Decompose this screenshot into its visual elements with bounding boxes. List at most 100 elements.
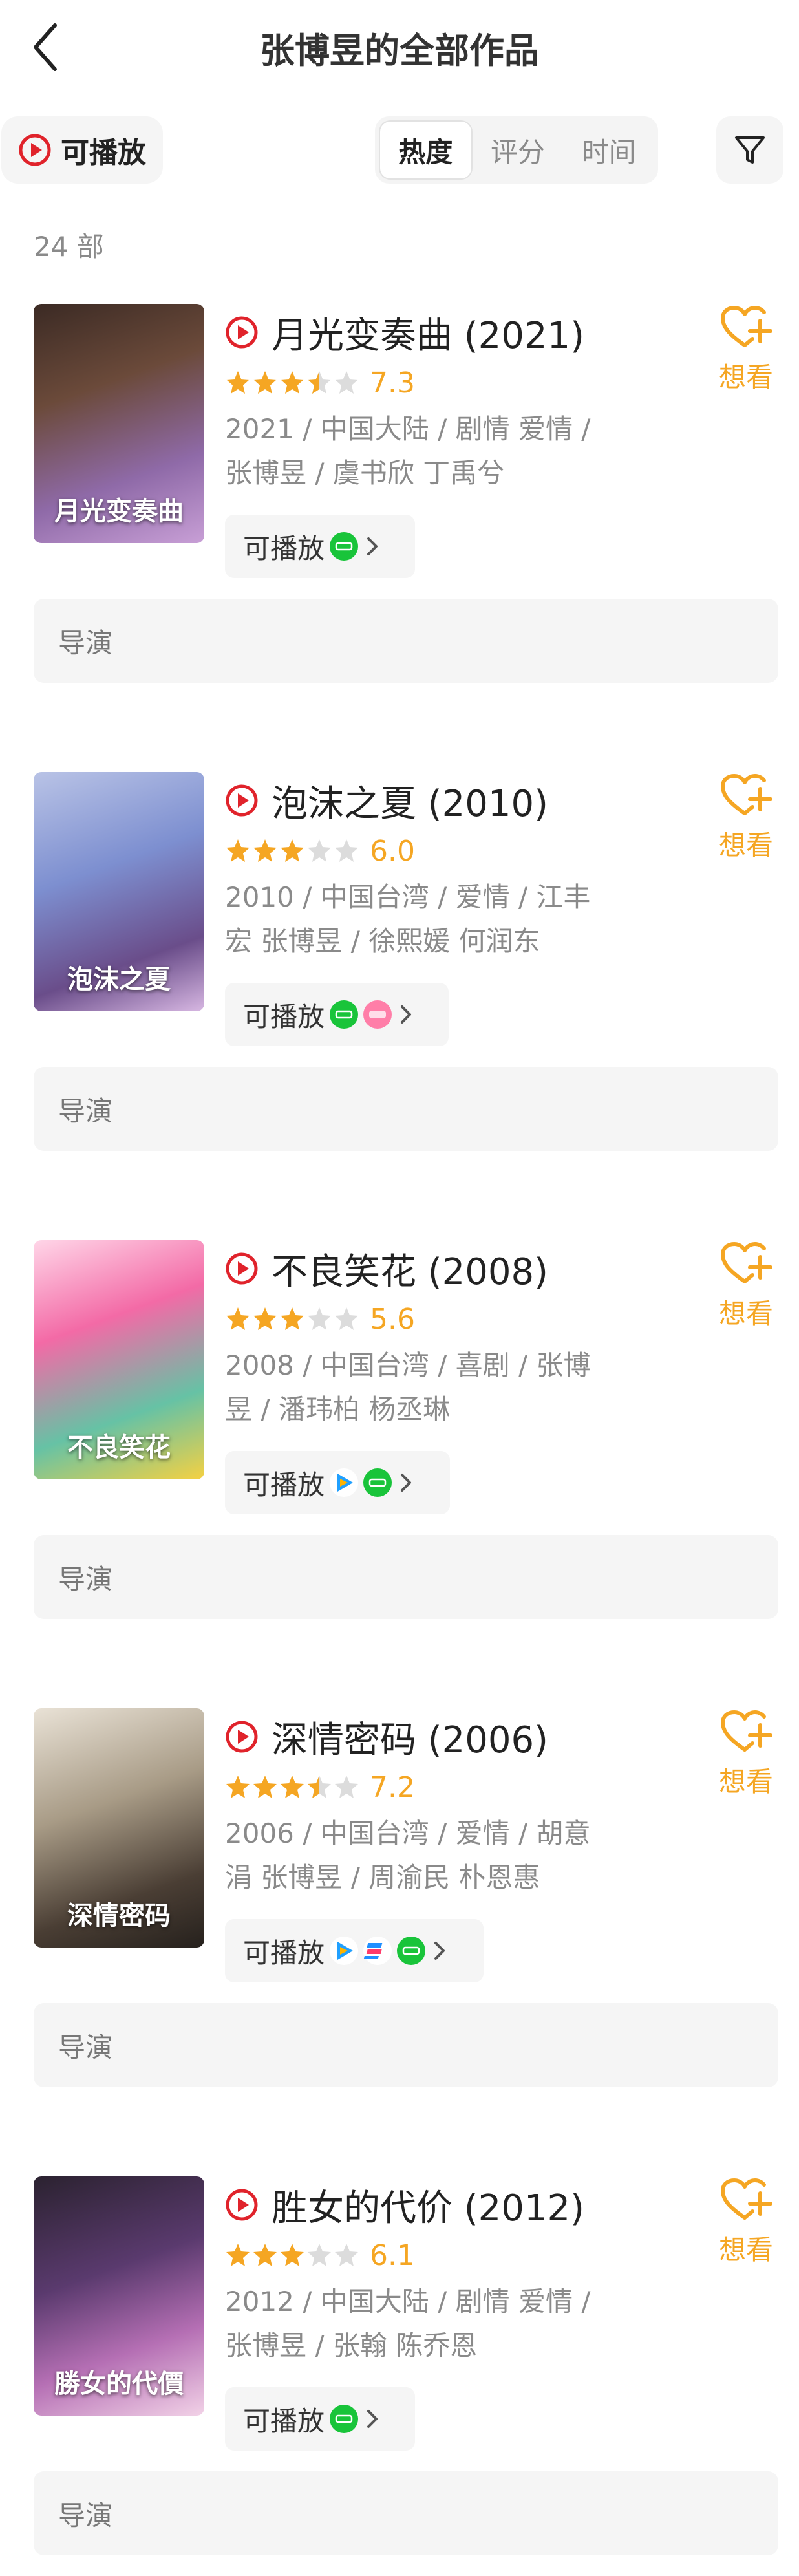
meta-line: 宏 张博昱 / 徐熙媛 何润东 [225, 925, 540, 957]
meta-line: 2006 / 中国台湾 / 爱情 / 胡意 [225, 1818, 591, 1849]
tencent-icon [330, 1937, 359, 1965]
play-circle-icon [226, 2189, 258, 2221]
play-circle-icon [226, 316, 258, 349]
poster-title-text: 勝女的代價 [54, 2368, 184, 2399]
movie-title[interactable]: 深情密码 (2006) [272, 1711, 548, 1763]
movie-title-row: 深情密码 (2006) [225, 1711, 548, 1763]
rating-row: 5.6 [225, 1301, 415, 1337]
star-icon [335, 2244, 358, 2266]
meta-line: 2012 / 中国大陆 / 剧情 爱情 / [225, 2286, 591, 2317]
rating-score: 6.1 [370, 2238, 415, 2272]
star-rating [225, 370, 361, 396]
movie-poster[interactable]: 不良笑花 [34, 1240, 204, 1479]
play-circle-icon [226, 1721, 258, 1753]
tab-popularity[interactable]: 热度 [379, 120, 473, 180]
heart-plus-icon [721, 306, 772, 347]
playable-label: 可播放 [243, 1468, 325, 1501]
star-icon [226, 1307, 250, 1330]
star-icon [308, 1776, 331, 1798]
playable-filter-chip[interactable]: 可播放 [1, 116, 163, 184]
tab-rating[interactable]: 评分 [473, 120, 564, 180]
movie-item[interactable]: 泡沫之夏 泡沫之夏 (2010) 6.0 2010 / 中国台湾 / 爱情 / 江丰宏… [0, 772, 799, 1173]
movie-item[interactable]: 不良笑花 不良笑花 (2008) 5.6 2008 / 中国台湾 / 喜剧 / 张博昱… [0, 1240, 799, 1641]
tab-time[interactable]: 时间 [563, 120, 654, 180]
iqiyi-icon [363, 1468, 392, 1497]
tencent-icon [330, 1468, 359, 1497]
star-icon [253, 2244, 277, 2266]
star-icon [281, 1776, 304, 1798]
movie-meta: 2021 / 中国大陆 / 剧情 爱情 / 张博昱 / 虞书欣 丁禹兮 [225, 407, 626, 495]
playable-sources-button[interactable]: 可播放 [225, 983, 449, 1046]
playable-sources-button[interactable]: 可播放 [225, 1451, 450, 1514]
iqiyi-icon [397, 1937, 426, 1965]
playable-sources-button[interactable]: 可播放 [225, 1919, 484, 1982]
star-icon [281, 839, 304, 862]
movie-poster[interactable]: 深情密码 [34, 1708, 204, 1948]
playable-filter-label: 可播放 [61, 136, 146, 169]
star-icon [335, 371, 358, 394]
movie-item[interactable]: 月光变奏曲 月光变奏曲 (2021) 7.3 2021 / 中国大陆 / 剧情 爱情 … [0, 304, 799, 705]
movie-title[interactable]: 泡沫之夏 (2010) [272, 775, 548, 827]
playable-sources-button[interactable]: 可播放 [225, 2387, 415, 2451]
star-rating [225, 838, 361, 864]
director-role-bar: 导演 [34, 2471, 778, 2555]
filter-button[interactable] [716, 116, 783, 184]
movie-item[interactable]: 深情密码 深情密码 (2006) 7.2 2006 / 中国台湾 / 爱情 / 胡意涓… [0, 1708, 799, 2109]
meta-line: 张博昱 / 张翰 陈乔恩 [225, 2330, 478, 2361]
meta-line: 2010 / 中国台湾 / 爱情 / 江丰 [225, 881, 591, 913]
star-rating [225, 2242, 361, 2268]
movie-title[interactable]: 胜女的代价 (2012) [272, 2179, 584, 2231]
movie-meta: 2008 / 中国台湾 / 喜剧 / 张博昱 / 潘玮柏 杨丞琳 [225, 1344, 626, 1432]
chevron-right-icon [367, 537, 378, 555]
heart-plus-icon [721, 2178, 772, 2220]
star-icon [281, 2244, 304, 2266]
star-icon [335, 1307, 358, 1330]
iqiyi-icon [330, 532, 359, 561]
want-to-watch-button[interactable]: 想看 [714, 1240, 778, 1331]
want-to-watch-label: 想看 [718, 1766, 773, 1798]
iqiyi-icon [330, 2405, 359, 2433]
playable-label: 可播放 [243, 2405, 325, 2437]
rating-row: 7.2 [225, 1769, 415, 1805]
want-to-watch-button[interactable]: 想看 [714, 1708, 778, 1799]
page-title: 张博昱的全部作品 [260, 30, 539, 71]
star-icon [281, 1307, 304, 1330]
star-icon [308, 2244, 331, 2266]
movie-meta: 2006 / 中国台湾 / 爱情 / 胡意涓 张博昱 / 周渝民 朴恩惠 [225, 1812, 626, 1900]
movie-poster[interactable]: 勝女的代價 [34, 2176, 204, 2416]
want-to-watch-label: 想看 [718, 2234, 773, 2266]
poster-title-text: 月光变奏曲 [54, 496, 184, 526]
star-icon [253, 1307, 277, 1330]
playable-label: 可播放 [243, 532, 325, 564]
star-icon [226, 371, 250, 394]
poster-title-text: 泡沫之夏 [67, 964, 171, 994]
header: 张博昱的全部作品 [0, 0, 799, 97]
star-rating [225, 1306, 361, 1332]
movie-title-row: 胜女的代价 (2012) [225, 2179, 584, 2231]
play-circle-icon [226, 784, 258, 817]
want-to-watch-button[interactable]: 想看 [714, 772, 778, 863]
star-icon [308, 839, 331, 862]
want-to-watch-button[interactable]: 想看 [714, 304, 778, 395]
movie-item[interactable]: 勝女的代價 胜女的代价 (2012) 6.1 2012 / 中国大陆 / 剧情 爱情 … [0, 2176, 799, 2576]
want-to-watch-button[interactable]: 想看 [714, 2176, 778, 2268]
rating-row: 7.3 [225, 365, 415, 401]
star-icon [226, 1776, 250, 1798]
rating-score: 7.3 [370, 366, 415, 400]
movie-title[interactable]: 月光变奏曲 (2021) [272, 306, 584, 359]
movie-title[interactable]: 不良笑花 (2008) [272, 1243, 548, 1295]
playable-label: 可播放 [243, 1000, 325, 1033]
star-icon [335, 839, 358, 862]
movie-title-row: 月光变奏曲 (2021) [225, 306, 584, 358]
want-to-watch-label: 想看 [718, 830, 773, 861]
chevron-right-icon [401, 1474, 412, 1492]
playable-sources-button[interactable]: 可播放 [225, 515, 415, 578]
chevron-right-icon [401, 1005, 412, 1024]
movie-poster[interactable]: 泡沫之夏 [34, 772, 204, 1011]
movie-meta: 2010 / 中国台湾 / 爱情 / 江丰宏 张博昱 / 徐熙媛 何润东 [225, 875, 626, 963]
iqiyi-icon [330, 1000, 359, 1029]
director-role-bar: 导演 [34, 1535, 778, 1619]
star-icon [335, 1776, 358, 1798]
movie-poster[interactable]: 月光变奏曲 [34, 304, 204, 543]
want-to-watch-label: 想看 [718, 361, 773, 393]
